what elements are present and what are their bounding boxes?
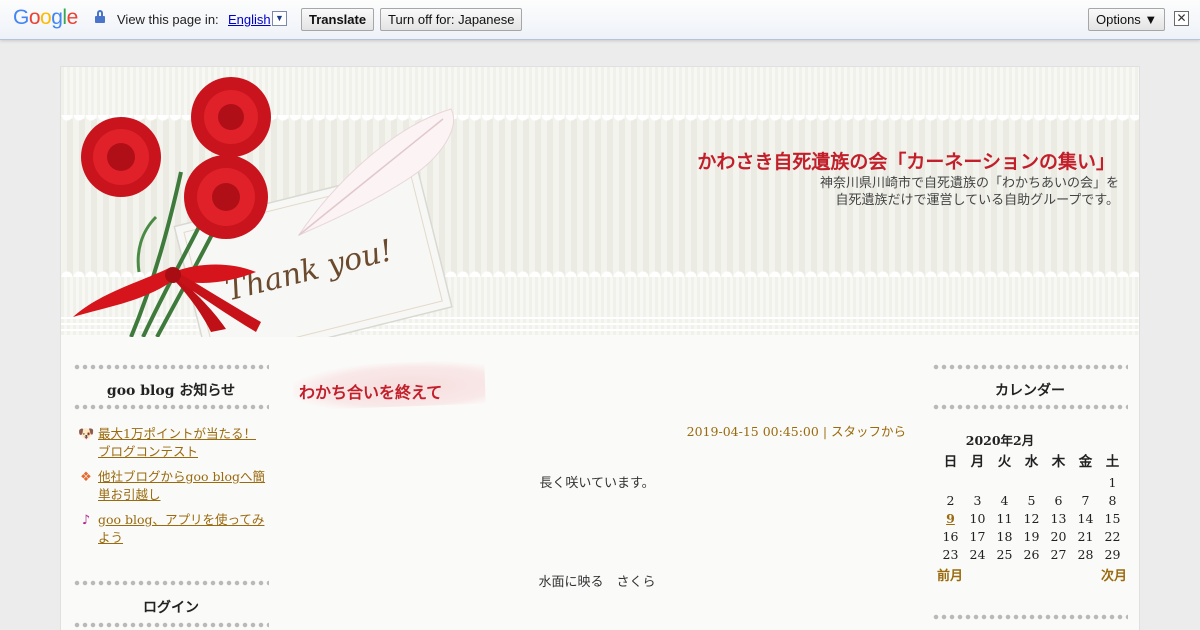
entry-body-line: 水面に映る さくら bbox=[538, 575, 656, 590]
view-page-label: View this page in: bbox=[117, 12, 219, 27]
section-divider bbox=[73, 621, 269, 629]
entry-title[interactable]: わかち合いを終えて bbox=[299, 379, 442, 403]
calendar-weekday: 火 bbox=[997, 454, 1012, 470]
section-divider bbox=[932, 613, 1128, 621]
calendar-next-link[interactable]: 次月 bbox=[1101, 565, 1127, 584]
calendar-weekday: 木 bbox=[1051, 454, 1066, 470]
notice-item: ♪ goo blog、アプリを使ってみよう bbox=[78, 511, 268, 547]
notice-item: 🐶 最大1万ポイントが当たる！ブログコンテスト bbox=[78, 425, 268, 461]
notice-link[interactable]: 他社ブログからgoo blogへ簡単お引越し bbox=[98, 468, 268, 504]
calendar-day: 11 bbox=[996, 511, 1013, 526]
calendar-grid: 日月火水木金土 1 2 3 4 5 6 7 8 9 10 11 12 13 14 15 16 17 18 19 20 21… bbox=[937, 452, 1127, 564]
calendar-day: 6 bbox=[1054, 493, 1063, 508]
diamond-flower-icon: ❖ bbox=[80, 470, 92, 485]
section-divider bbox=[73, 403, 269, 411]
calendar-day: 19 bbox=[1023, 529, 1040, 544]
calendar-day: 4 bbox=[1000, 493, 1009, 508]
calendar-week-row: 23 24 25 26 27 28 29 bbox=[937, 546, 1127, 564]
calendar-weekday-row: 日月火水木金土 bbox=[937, 452, 1127, 474]
calendar-day: 15 bbox=[1104, 511, 1121, 526]
notice-item: ❖ 他社ブログからgoo blogへ簡単お引越し bbox=[78, 468, 268, 504]
close-icon[interactable]: ✕ bbox=[1174, 11, 1189, 26]
dog-face-icon: 🐶 bbox=[78, 427, 95, 442]
calendar-week-row: 2 3 4 5 6 7 8 bbox=[937, 492, 1127, 510]
language-dropdown-icon[interactable]: ▼ bbox=[272, 11, 287, 26]
calendar-heading: カレンダー bbox=[995, 383, 1065, 399]
calendar-day: 28 bbox=[1077, 547, 1094, 562]
site-description-line: 神奈川県川崎市で自死遺族の「わかちあいの会」を bbox=[819, 176, 1119, 191]
calendar-weekday: 土 bbox=[1105, 454, 1120, 470]
calendar-day bbox=[1045, 474, 1072, 492]
calendar-day: 13 bbox=[1050, 511, 1067, 526]
calendar-day: 26 bbox=[1023, 547, 1040, 562]
calendar-day bbox=[964, 474, 991, 492]
calendar-day bbox=[1018, 474, 1045, 492]
calendar-day: 18 bbox=[996, 529, 1013, 544]
site-description: 神奈川県川崎市で自死遺族の「わかちあいの会」を 自死遺族だけで運営している自助グ… bbox=[699, 175, 1119, 209]
entry-body-line: 長く咲いています。 bbox=[539, 476, 655, 491]
section-divider bbox=[73, 363, 269, 371]
login-heading: ログイン bbox=[143, 600, 199, 616]
calendar-day: 12 bbox=[1023, 511, 1040, 526]
calendar-day: 22 bbox=[1104, 529, 1121, 544]
calendar-day: 5 bbox=[1027, 493, 1036, 508]
calendar-weekday: 金 bbox=[1078, 454, 1093, 470]
entry-meta[interactable]: 2019-04-15 00:45:00 | スタッフから bbox=[687, 421, 906, 440]
calendar-day: 14 bbox=[1077, 511, 1094, 526]
calendar-day: 17 bbox=[969, 529, 986, 544]
section-divider bbox=[73, 579, 269, 587]
notices-heading: goo blog お知らせ bbox=[106, 383, 236, 399]
calendar-day: 10 bbox=[969, 511, 986, 526]
google-logo: Google bbox=[13, 6, 78, 29]
site-description-line: 自死遺族だけで運営している自助グループです。 bbox=[835, 193, 1119, 208]
translate-button[interactable]: Translate bbox=[301, 8, 375, 31]
site-title[interactable]: かわさき自死遺族の会「カーネーションの集い」 bbox=[697, 147, 1115, 174]
language-select[interactable]: English bbox=[228, 12, 271, 27]
translate-bar: Google View this page in: English ▼ Tran… bbox=[0, 0, 1200, 40]
calendar-prev-link[interactable]: 前月 bbox=[937, 565, 963, 584]
calendar-day: 1 bbox=[1108, 475, 1117, 490]
calendar-day: 2 bbox=[946, 493, 955, 508]
section-divider bbox=[932, 363, 1128, 371]
calendar-day: 27 bbox=[1050, 547, 1067, 562]
lock-icon bbox=[95, 10, 105, 24]
calendar-weekday: 日 bbox=[943, 454, 958, 470]
calendar-week-row: 9 10 11 12 13 14 15 bbox=[937, 510, 1127, 528]
calendar-month: 2020年2月 bbox=[965, 433, 1035, 448]
calendar-day: 8 bbox=[1108, 493, 1117, 508]
music-note-icon: ♪ bbox=[81, 513, 91, 528]
calendar-day: 20 bbox=[1050, 529, 1067, 544]
calendar-day: 24 bbox=[969, 547, 986, 562]
notice-link[interactable]: goo blog、アプリを使ってみよう bbox=[98, 511, 268, 547]
blog-header: Thank you! かわさき自死遺族の会「カーネーションの集い」 神奈川県川崎… bbox=[61, 67, 1139, 337]
calendar-day: 16 bbox=[942, 529, 959, 544]
calendar-day: 21 bbox=[1077, 529, 1094, 544]
calendar-day: 25 bbox=[996, 547, 1013, 562]
calendar-day: 7 bbox=[1081, 493, 1090, 508]
calendar-week-row: 1 bbox=[937, 474, 1127, 492]
calendar-day: 23 bbox=[942, 547, 959, 562]
carnation-header-image: Thank you! bbox=[73, 77, 455, 337]
options-button[interactable]: Options ▼ bbox=[1088, 8, 1166, 31]
calendar-day: 29 bbox=[1104, 547, 1121, 562]
section-divider bbox=[932, 403, 1128, 411]
turn-off-button[interactable]: Turn off for: Japanese bbox=[380, 8, 523, 31]
calendar-weekday: 月 bbox=[970, 454, 985, 470]
calendar-weekday: 水 bbox=[1024, 454, 1039, 470]
calendar-day bbox=[1072, 474, 1099, 492]
calendar-day bbox=[937, 474, 964, 492]
notice-link[interactable]: 最大1万ポイントが当たる！ブログコンテスト bbox=[98, 425, 268, 461]
calendar-day: 3 bbox=[973, 493, 982, 508]
calendar-day bbox=[991, 474, 1018, 492]
calendar-week-row: 16 17 18 19 20 21 22 bbox=[937, 528, 1127, 546]
calendar-day-link[interactable]: 9 bbox=[937, 510, 964, 528]
